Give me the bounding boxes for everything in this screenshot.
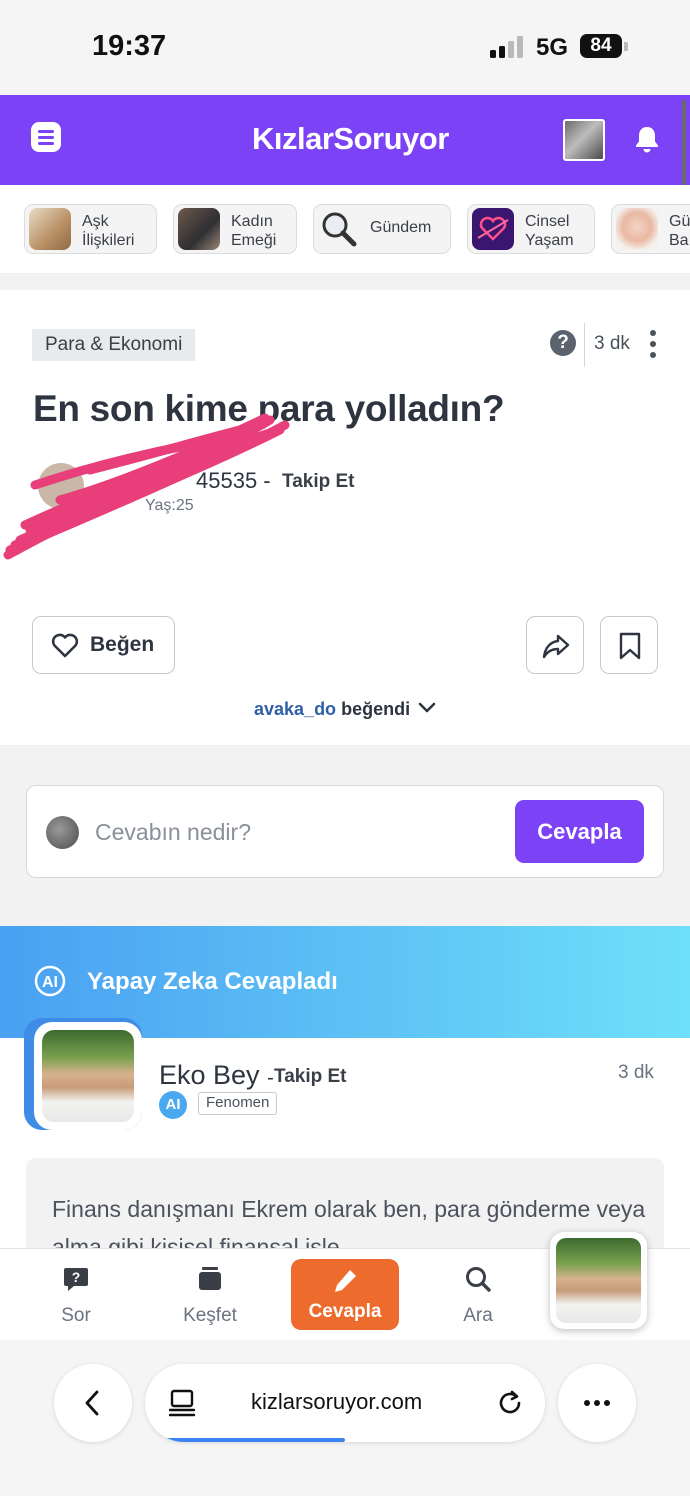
share-icon	[542, 634, 570, 659]
bell-icon[interactable]	[634, 125, 660, 153]
liker-username[interactable]: avaka_do	[254, 699, 336, 719]
svg-text:?: ?	[72, 1269, 81, 1285]
category-label: Aşk İlişkileri	[82, 213, 135, 249]
answer-composer[interactable]: Cevabın nedir? Cevapla	[26, 785, 664, 878]
bookmark-button[interactable]	[600, 616, 658, 674]
question-time: 3 dk	[594, 333, 630, 354]
nav-label: Ara	[463, 1305, 493, 1326]
answer-card: Eko Bey - Takip Et AI Fenomen 3 dk Finan…	[0, 1018, 690, 1288]
user-avatar	[46, 816, 79, 849]
category-thumb	[178, 208, 220, 250]
name-separator: -	[267, 1067, 274, 1089]
like-label: Beğen	[90, 633, 155, 656]
category-label: Cinsel Yaşam	[525, 213, 574, 249]
heart-icon	[51, 633, 79, 658]
cards-icon	[199, 1267, 221, 1290]
reply-button[interactable]: Cevapla	[515, 800, 644, 863]
category-thumb	[616, 208, 658, 250]
nav-label: Sor	[61, 1305, 91, 1326]
page-load-progress	[165, 1438, 345, 1442]
category-ask-iliskileri[interactable]: Aşk İlişkileri	[24, 204, 157, 254]
floating-ai-photo	[556, 1238, 641, 1323]
more-button[interactable]	[558, 1364, 636, 1442]
bookmark-icon	[619, 632, 641, 660]
category-kadin-emegi[interactable]: Kadın Emeği	[173, 204, 297, 254]
category-thumb	[29, 208, 71, 250]
category-strip: Aşk İlişkileri Kadın Emeği Gündem Cinsel…	[0, 185, 690, 273]
chevron-left-icon	[85, 1390, 99, 1416]
answerer-name-text[interactable]: Eko Bey	[159, 1060, 260, 1090]
logo[interactable]: KızlarSoruyor	[252, 121, 449, 157]
address-bar[interactable]: kizlarsoruyor.com	[145, 1364, 545, 1442]
reload-icon[interactable]	[495, 1388, 525, 1418]
browser-toolbar: kizlarsoruyor.com	[0, 1340, 690, 1496]
answer-time: 3 dk	[618, 1062, 654, 1083]
search-icon	[466, 1267, 491, 1292]
nav-sor[interactable]: ? Sor	[21, 1249, 131, 1341]
answer-input[interactable]: Cevabın nedir?	[95, 819, 251, 846]
more-options-icon[interactable]	[650, 330, 656, 358]
like-button[interactable]: Beğen	[32, 616, 175, 674]
chevron-down-icon[interactable]	[417, 701, 437, 715]
category-cinsel-yasam[interactable]: Cinsel Yaşam	[467, 204, 595, 254]
category-gundem[interactable]: Gündem	[313, 204, 451, 254]
category-guzellik[interactable]: Gü Ba	[611, 204, 690, 254]
answer-follow-button[interactable]: Takip Et	[274, 1066, 347, 1088]
ai-icon-label: AI	[42, 974, 58, 991]
category-label: Gündem	[370, 219, 432, 236]
question-card: Para & Ekonomi ? 3 dk En son kime para y…	[0, 290, 690, 745]
back-button[interactable]	[54, 1364, 132, 1442]
magnifier-icon	[322, 212, 357, 247]
question-icon: ?	[550, 330, 576, 356]
url-text[interactable]: kizlarsoruyor.com	[251, 1389, 422, 1415]
share-button[interactable]	[526, 616, 584, 674]
status-bar: 19:37 5G 84	[0, 0, 690, 95]
answerer-avatar[interactable]	[34, 1022, 142, 1130]
divider	[584, 323, 585, 367]
liked-by[interactable]: avaka_do beğendi	[254, 699, 436, 720]
nav-kesfet[interactable]: Keşfet	[155, 1249, 265, 1341]
user-rank-badge: Fenomen	[198, 1092, 278, 1115]
ai-banner-title: Yapay Zeka Cevapladı	[87, 968, 338, 995]
category-label: Kadın Emeği	[231, 213, 277, 249]
nav-cevapla[interactable]: Cevapla	[291, 1259, 399, 1330]
ai-icon: AI	[34, 965, 66, 997]
ai-badge-icon: AI	[159, 1091, 187, 1119]
category-label: Gü Ba	[669, 213, 690, 249]
liked-by-suffix: beğendi	[341, 699, 411, 719]
status-time: 19:37	[92, 30, 167, 62]
battery-tip	[624, 42, 628, 51]
nav-label: Cevapla	[308, 1301, 382, 1322]
nav-ara[interactable]: Ara	[423, 1249, 533, 1341]
battery-icon: 84	[580, 34, 622, 58]
answerer-photo	[42, 1030, 134, 1122]
app-header: KızlarSoruyor	[0, 95, 690, 185]
signal-icon	[490, 36, 526, 58]
answerer-name[interactable]: Eko Bey -	[159, 1060, 274, 1091]
nav-label: Keşfet	[183, 1305, 237, 1326]
redaction-scribble	[3, 413, 290, 560]
tabs-icon[interactable]	[169, 1388, 197, 1418]
floating-ai-avatar[interactable]	[550, 1232, 647, 1329]
profile-avatar[interactable]	[563, 119, 605, 161]
topic-tag[interactable]: Para & Ekonomi	[32, 329, 196, 361]
menu-icon[interactable]	[31, 122, 61, 152]
heart-arrow-icon	[472, 208, 514, 250]
network-type: 5G	[536, 34, 569, 61]
question-bubble-icon: ?	[64, 1268, 88, 1291]
pencil-icon	[335, 1270, 356, 1292]
